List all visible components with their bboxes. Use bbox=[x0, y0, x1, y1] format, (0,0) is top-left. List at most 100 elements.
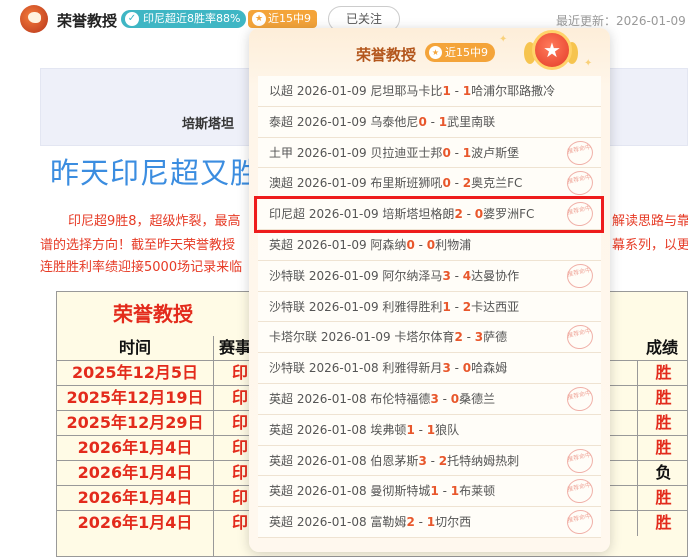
column-header-time: 时间 bbox=[118, 338, 151, 357]
highlight-box bbox=[254, 196, 604, 233]
match-league: 土甲 bbox=[269, 145, 294, 160]
row-result: 胜 bbox=[637, 486, 687, 511]
row-result: 胜 bbox=[637, 436, 687, 461]
match-away-score: 1 bbox=[438, 114, 448, 129]
match-item[interactable]: 英超 2026-01-08 布伦特福德3 - 0桑德兰 推荐命中 bbox=[258, 383, 601, 415]
match-item[interactable]: 英超 2026-01-08 曼彻斯特城1 - 1布莱顿 推荐命中 bbox=[258, 476, 601, 508]
match-home-score: 3 bbox=[442, 268, 451, 283]
match-away-score: 1 bbox=[426, 422, 436, 437]
match-date: 2026-01-09 bbox=[320, 330, 391, 345]
score-separator: - bbox=[450, 299, 463, 314]
match-league: 沙特联 bbox=[269, 299, 306, 314]
row-event: 印 bbox=[213, 511, 253, 536]
match-date: 2026-01-09 bbox=[296, 237, 367, 252]
hit-stamp-icon: 推荐命中 bbox=[564, 476, 596, 506]
match-away-score: 0 bbox=[450, 391, 460, 406]
match-league: 英超 bbox=[269, 422, 294, 437]
hit-stamp-icon: 推荐命中 bbox=[564, 261, 596, 291]
match-league: 英超 bbox=[269, 237, 294, 252]
match-item[interactable]: 沙特联 2026-01-09 利雅得胜利1 - 2卡达西亚 bbox=[258, 291, 601, 323]
match-item[interactable]: 卡塔尔联 2026-01-09 卡塔尔体育2 - 3萨德 推荐命中 bbox=[258, 322, 601, 354]
match-home-score: 1 bbox=[442, 84, 451, 98]
row-event: 印 bbox=[213, 486, 253, 511]
score-separator: - bbox=[462, 330, 475, 345]
match-date: 2026-01-08 bbox=[308, 361, 379, 376]
match-date: 2026-01-09 bbox=[296, 84, 367, 98]
hit-stamp-icon: 推荐命中 bbox=[564, 138, 596, 168]
score-separator: - bbox=[450, 268, 463, 283]
match-home-score: 2 bbox=[406, 515, 415, 530]
match-home-score: 0 bbox=[442, 176, 451, 191]
match-league: 泰超 bbox=[269, 114, 294, 129]
author-name[interactable]: 荣誉教授 bbox=[57, 10, 117, 31]
popup-record-badge: ★ 近15中9 bbox=[425, 43, 495, 62]
score-separator: - bbox=[426, 114, 439, 129]
match-home: 富勒姆 bbox=[370, 515, 407, 530]
article-paragraph-line: 谱的选择方向！截至昨天荣誉教授 bbox=[40, 238, 236, 253]
medal-ball: ★ bbox=[532, 30, 572, 70]
match-item[interactable]: 以超 2026-01-09 尼坦耶马卡比1 - 1哈浦尔耶路撒冷 bbox=[258, 76, 601, 107]
match-date: 2026-01-09 bbox=[308, 299, 379, 314]
hit-stamp-icon: 推荐命中 bbox=[564, 507, 596, 537]
popup-title: 荣誉教授 bbox=[356, 46, 417, 64]
row-event: 印 bbox=[213, 411, 253, 436]
match-item[interactable]: 英超 2026-01-09 阿森纳0 - 0利物浦 bbox=[258, 229, 601, 261]
row-date: 2025年12月29日 bbox=[66, 413, 204, 432]
match-item[interactable]: 英超 2026-01-08 伯恩茅斯3 - 2托特纳姆热刺 推荐命中 bbox=[258, 445, 601, 477]
match-home: 伯恩茅斯 bbox=[370, 453, 419, 468]
match-home-score: 3 bbox=[442, 361, 451, 376]
match-item[interactable]: 英超 2026-01-08 埃弗顿1 - 1狼队 bbox=[258, 414, 601, 446]
match-home: 布里斯班狮吼 bbox=[370, 176, 443, 191]
article-paragraph-line: 幕系列，以更高 bbox=[612, 238, 688, 253]
match-league: 英超 bbox=[269, 391, 294, 406]
match-date: 2026-01-09 bbox=[296, 145, 367, 160]
score-separator: - bbox=[438, 484, 451, 499]
match-home-score: 3 bbox=[430, 391, 439, 406]
banner-text: 培斯塔坦 bbox=[182, 117, 235, 132]
match-league: 英超 bbox=[269, 484, 294, 499]
match-away: 狼队 bbox=[435, 422, 460, 437]
recent-record-badge[interactable]: ★ 近15中9 bbox=[248, 10, 317, 28]
match-home-score: 1 bbox=[442, 299, 451, 314]
article-paragraph-line: 印尼超9胜8，超级炸裂，最高 bbox=[68, 214, 241, 229]
match-home-score: 1 bbox=[430, 484, 439, 499]
star-icon: ★ bbox=[543, 38, 561, 62]
match-item[interactable]: 英超 2026-01-08 富勒姆2 - 1切尔西 推荐命中 bbox=[258, 507, 601, 538]
match-away-score: 0 bbox=[426, 237, 436, 252]
match-away: 达曼协作 bbox=[471, 268, 520, 283]
row-date: 2026年1月4日 bbox=[77, 513, 193, 532]
match-date: 2026-01-08 bbox=[296, 484, 367, 499]
row-result: 胜 bbox=[637, 361, 687, 386]
match-away: 哈森姆 bbox=[471, 361, 508, 376]
score-separator: - bbox=[450, 361, 463, 376]
match-item[interactable]: 澳超 2026-01-09 布里斯班狮吼0 - 2奥克兰FC 推荐命中 bbox=[258, 168, 601, 200]
match-home: 利雅得新月 bbox=[382, 361, 443, 376]
match-item[interactable]: 泰超 2026-01-09 乌泰他尼0 - 1武里南联 bbox=[258, 106, 601, 138]
match-home-score: 0 bbox=[418, 114, 427, 129]
match-date: 2026-01-09 bbox=[296, 176, 367, 191]
row-result: 胜 bbox=[637, 511, 687, 536]
row-result: 胜 bbox=[637, 386, 687, 411]
table-title: 荣誉教授 bbox=[113, 302, 193, 326]
row-event: 印 bbox=[213, 361, 253, 386]
match-item[interactable]: 沙特联 2026-01-08 利雅得新月3 - 0哈森姆 bbox=[258, 353, 601, 384]
match-away: 卡达西亚 bbox=[471, 299, 520, 314]
match-date: 2026-01-08 bbox=[296, 391, 367, 406]
article-paragraph-line: 解读思路与靠 bbox=[612, 214, 688, 229]
medal-icon: ★ bbox=[524, 28, 578, 74]
match-away: 托特纳姆热刺 bbox=[447, 453, 520, 468]
match-date: 2026-01-09 bbox=[308, 268, 379, 283]
match-away: 奥克兰FC bbox=[471, 176, 523, 191]
row-result: 胜 bbox=[637, 411, 687, 436]
avatar[interactable] bbox=[20, 5, 48, 33]
hit-stamp-icon: 推荐命中 bbox=[564, 384, 596, 414]
match-away-score: 4 bbox=[462, 268, 472, 283]
match-item[interactable]: 沙特联 2026-01-09 阿尔纳泽马3 - 4达曼协作 推荐命中 bbox=[258, 260, 601, 292]
match-home: 埃弗顿 bbox=[370, 422, 407, 437]
match-item[interactable]: 土甲 2026-01-09 贝拉迪亚士邦0 - 1波卢斯堡 推荐命中 bbox=[258, 137, 601, 169]
last-updated: 最近更新：2026-01-09 bbox=[556, 14, 686, 28]
match-date: 2026-01-09 bbox=[296, 114, 367, 129]
star-icon: ★ bbox=[429, 46, 442, 59]
match-home: 尼坦耶马卡比 bbox=[370, 84, 443, 98]
score-separator: - bbox=[438, 391, 451, 406]
